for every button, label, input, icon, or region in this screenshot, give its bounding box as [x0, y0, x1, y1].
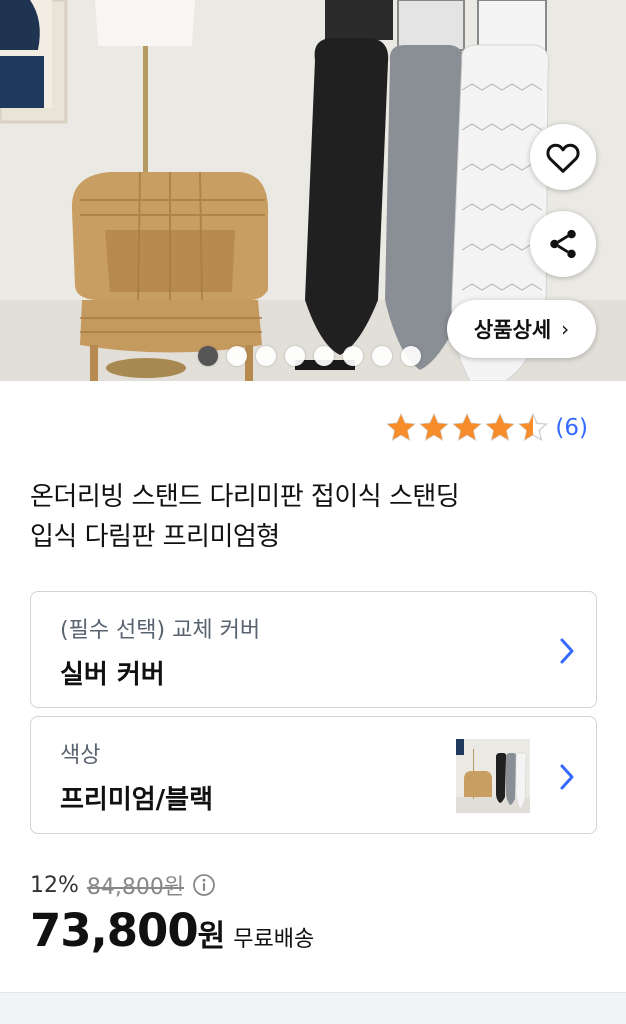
carousel-dot[interactable]: [256, 346, 276, 366]
chevron-right-icon: [560, 764, 574, 790]
option-selector-color[interactable]: 색상 프리미엄/블랙: [30, 716, 597, 834]
product-title-line: 입식 다림판 프리미엄형: [30, 522, 280, 552]
product-title-line: 온더리빙 스탠드 다리미판 접이식 스탠딩: [30, 482, 460, 512]
star-icon: [386, 412, 417, 442]
carousel-dot[interactable]: [343, 346, 363, 366]
star-icon: [452, 412, 483, 442]
share-icon: [550, 229, 576, 259]
carousel-dot[interactable]: [227, 346, 247, 366]
carousel-dot[interactable]: [314, 346, 334, 366]
option-thumbnail[interactable]: [456, 739, 530, 813]
chevron-right-icon: ›: [561, 317, 570, 341]
option-label: (필수 선택) 교체 커버: [60, 618, 261, 643]
info-icon[interactable]: [192, 873, 216, 897]
discount-info: 12% 84,800원: [30, 869, 216, 901]
product-detail-button[interactable]: 상품상세 ›: [447, 300, 596, 358]
star-icon: [485, 412, 516, 442]
chevron-right-icon: [560, 638, 574, 664]
sale-price-line: 73,800 원 무료배송: [30, 904, 314, 957]
option-label: 색상: [60, 743, 101, 768]
carousel-dot[interactable]: [372, 346, 392, 366]
product-title: 온더리빙 스탠드 다리미판 접이식 스탠딩 입식 다림판 프리미엄형: [30, 477, 596, 557]
review-count[interactable]: (6): [555, 415, 588, 441]
star-icon: [518, 412, 549, 442]
carousel-dot[interactable]: [198, 346, 218, 366]
carousel-dot[interactable]: [285, 346, 305, 366]
product-detail-label: 상품상세: [473, 318, 552, 342]
shipping-badge: 무료배송: [233, 927, 315, 952]
option-value: 프리미엄/블랙: [60, 785, 214, 815]
thumbnail-image: [456, 739, 530, 813]
product-image-carousel[interactable]: 상품상세 ›: [0, 0, 626, 381]
section-divider: [0, 992, 626, 1024]
wishlist-button[interactable]: [530, 124, 596, 190]
option-value: 실버 커버: [60, 660, 165, 690]
star-icon: [419, 412, 450, 442]
share-button[interactable]: [530, 211, 596, 277]
heart-icon: [546, 143, 580, 173]
currency-unit: 원: [197, 919, 226, 954]
original-price: 84,800원: [86, 875, 185, 900]
carousel-indicator: [198, 346, 421, 366]
sale-price: 73,800: [30, 904, 199, 957]
discount-rate: 12%: [30, 872, 79, 898]
carousel-dot[interactable]: [401, 346, 421, 366]
product-rating[interactable]: (6): [385, 412, 588, 444]
rating-stars: [385, 412, 549, 444]
option-selector-cover[interactable]: (필수 선택) 교체 커버 실버 커버: [30, 591, 597, 708]
